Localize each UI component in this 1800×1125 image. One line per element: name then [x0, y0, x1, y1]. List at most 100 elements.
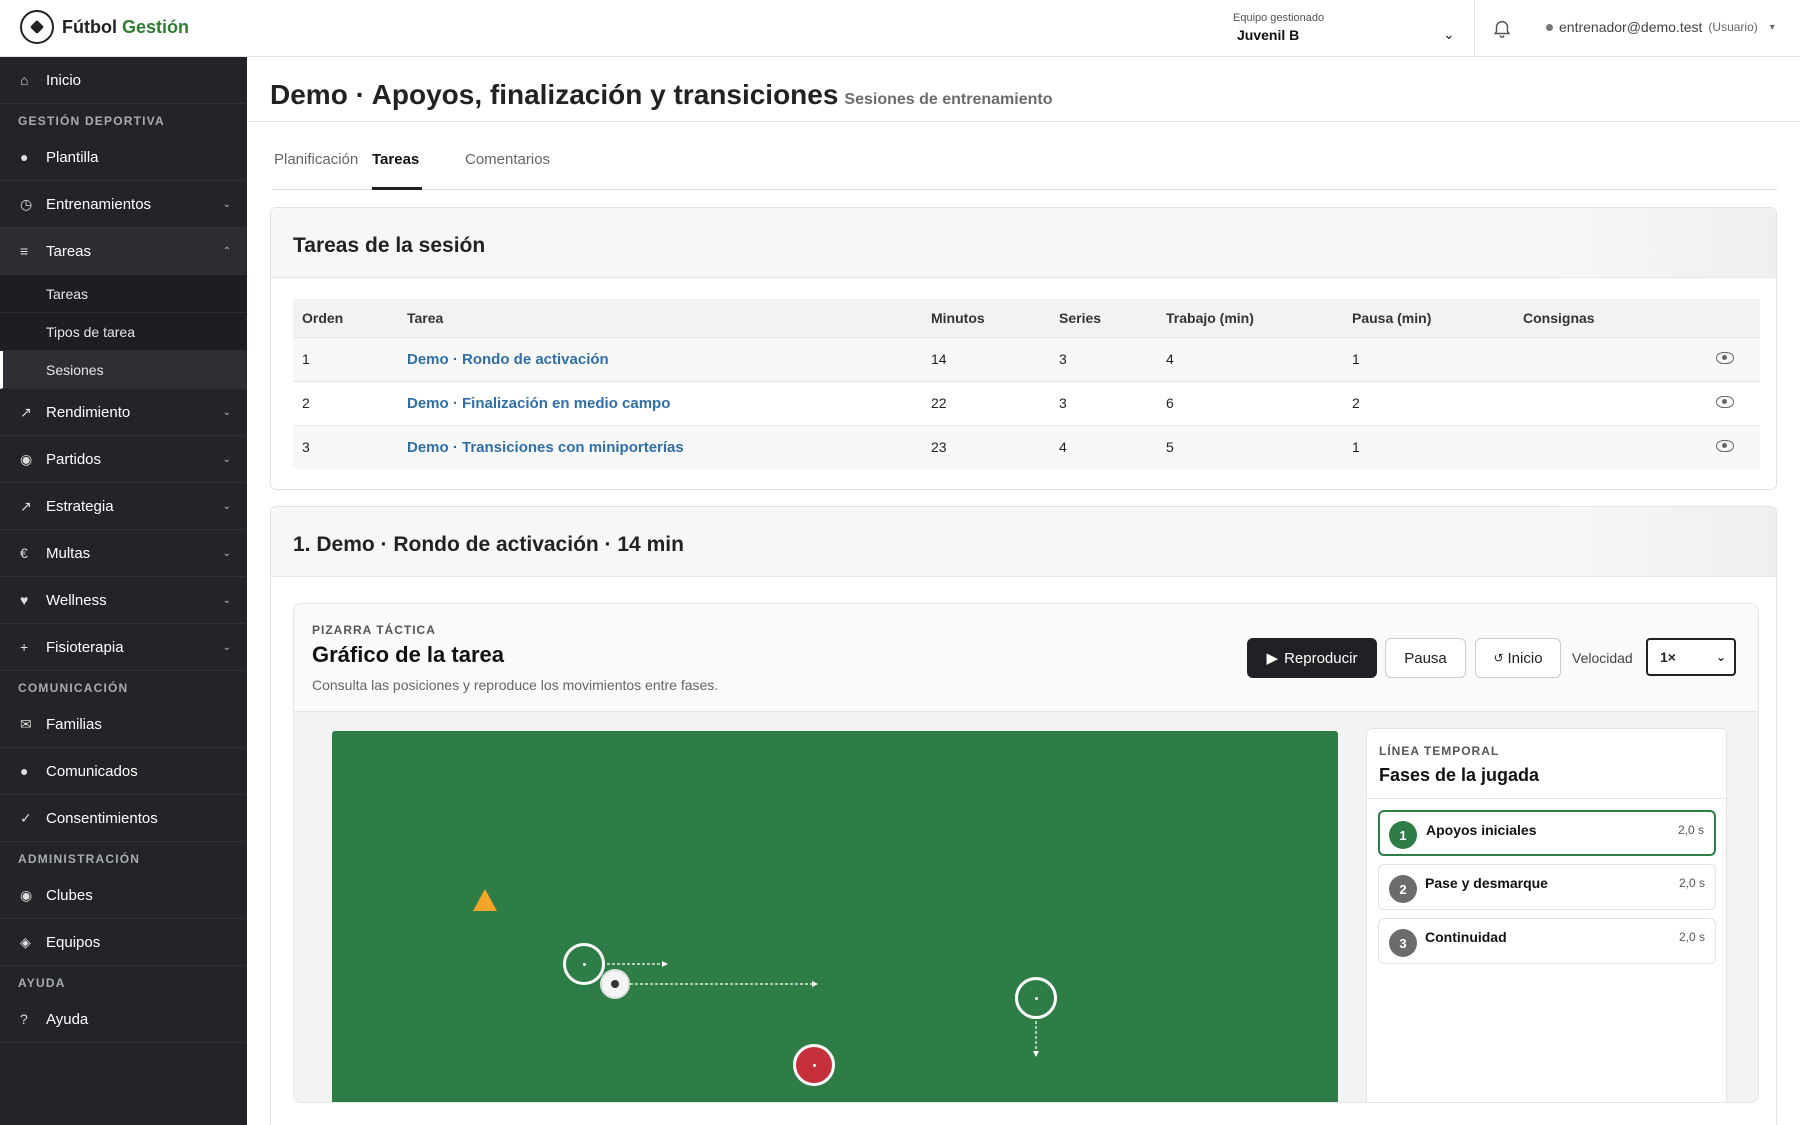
- sidebar-subitem-tareas[interactable]: Tareas: [0, 275, 247, 313]
- sidebar-item-familias[interactable]: ✉ Familias: [0, 701, 247, 748]
- sidebar-item-comunicados[interactable]: ● Comunicados: [0, 748, 247, 795]
- sidebar-item-clubes[interactable]: ◉ Clubes: [0, 872, 247, 919]
- sidebar-item-fisioterapia[interactable]: + Fisioterapia ⌄: [0, 624, 247, 671]
- tab-comentarios[interactable]: Comentarios: [465, 150, 550, 190]
- task-link[interactable]: Demo · Finalización en medio campo: [407, 395, 670, 412]
- pitch[interactable]: [332, 731, 1338, 1102]
- cell-orden: 1: [293, 336, 398, 381]
- arrow-head: [1033, 1051, 1039, 1057]
- trend-arrow-icon: ↗: [20, 403, 32, 420]
- soccer-ball-logo-icon: [20, 10, 54, 44]
- table-row: 1 Demo · Rondo de activación 14 3 4 1: [293, 336, 1760, 381]
- cell-actions: [1690, 380, 1760, 425]
- sidebar-item-rendimiento[interactable]: ↗ Rendimiento ⌄: [0, 389, 247, 436]
- sidebar-item-equipos[interactable]: ◈ Equipos: [0, 919, 247, 966]
- chevron-down-icon: ⌄: [1443, 26, 1455, 42]
- board-title: Gráfico de la tarea: [312, 642, 504, 667]
- task-detail-card: 1. Demo · Rondo de activación · 14 min P…: [270, 506, 1777, 1125]
- phase-duration: 2,0 s: [1677, 823, 1704, 837]
- phase-number: 1: [1389, 821, 1417, 849]
- brand-name: Fútbol Gestión: [62, 16, 189, 37]
- cell-actions: [1690, 336, 1760, 381]
- trend-arrow-icon: ↗: [20, 497, 32, 514]
- column-header: Orden: [293, 299, 398, 337]
- cell-tarea: Demo · Finalización en medio campo: [398, 380, 922, 425]
- page-subtitle: Sesiones de entrenamiento: [844, 91, 1053, 108]
- sidebar-heading-deportiva: GESTIÓN DEPORTIVA: [18, 114, 165, 128]
- sidebar-item-partidos[interactable]: ◉ Partidos ⌄: [0, 436, 247, 483]
- phase-item[interactable]: 2 Pase y desmarque 2,0 s: [1378, 864, 1716, 910]
- sidebar-item-tareas[interactable]: ≡ Tareas ⌃: [0, 228, 247, 275]
- sidebar-item-estrategia[interactable]: ↗ Estrategia ⌄: [0, 483, 247, 530]
- cell-minutos: 14: [922, 336, 1050, 381]
- sidebar-item-ayuda[interactable]: ? Ayuda: [0, 996, 247, 1043]
- sidebar-subitem-tipos-de-tarea[interactable]: Tipos de tarea: [0, 313, 247, 351]
- table-row: 2 Demo · Finalización en medio campo 22 …: [293, 380, 1760, 425]
- divider: [1474, 0, 1475, 57]
- sidebar-item-inicio[interactable]: ⌂ Inicio: [0, 57, 247, 104]
- cell-consignas: [1514, 336, 1690, 381]
- cone-icon[interactable]: [473, 889, 497, 911]
- cell-pausa: 2: [1343, 380, 1514, 425]
- phase-label: Continuidad: [1425, 929, 1507, 945]
- euro-icon: €: [20, 545, 28, 561]
- cell-actions: [1690, 424, 1760, 469]
- tasks-table: Orden Tarea Minutos Series Trabajo (min)…: [293, 299, 1760, 469]
- cell-trabajo: 6: [1157, 380, 1343, 425]
- phase-duration: 2,0 s: [1678, 930, 1705, 944]
- player-token[interactable]: [1015, 977, 1057, 1019]
- brand[interactable]: Fútbol Gestión: [20, 10, 189, 44]
- eye-icon[interactable]: [1716, 440, 1734, 453]
- eye-icon[interactable]: [1716, 396, 1734, 408]
- cell-orden: 2: [293, 380, 398, 425]
- bell-icon[interactable]: [1491, 17, 1513, 39]
- eye-icon[interactable]: [1716, 352, 1734, 364]
- cell-series: 4: [1050, 424, 1157, 469]
- play-button[interactable]: ▶ Reproducir: [1247, 638, 1377, 678]
- tactical-board: PIZARRA TÁCTICA Gráfico de la tarea Cons…: [293, 603, 1759, 1103]
- cell-pausa: 1: [1343, 336, 1514, 381]
- column-header: Pausa (min): [1343, 299, 1514, 337]
- sidebar-heading-ayuda: AYUDA: [18, 976, 66, 990]
- envelope-icon: ✉: [20, 715, 32, 732]
- rival-token[interactable]: [793, 1044, 835, 1086]
- column-header: Tarea: [398, 299, 922, 337]
- cell-orden: 3: [293, 424, 398, 469]
- tasks-card-title: Tareas de la sesión: [271, 208, 1776, 278]
- cell-consignas: [1514, 380, 1690, 425]
- task-link[interactable]: Demo · Transiciones con miniporterías: [407, 439, 684, 456]
- tab-tareas[interactable]: Tareas: [372, 150, 422, 190]
- phase-duration: 2,0 s: [1678, 876, 1705, 890]
- arrow-head: [812, 981, 818, 987]
- task-link[interactable]: Demo · Rondo de activación: [407, 351, 609, 368]
- board-description: Consulta las posiciones y reproduce los …: [312, 677, 719, 693]
- cell-consignas: [1514, 424, 1690, 469]
- chevron-down-icon: ⌄: [222, 198, 231, 210]
- tab-planificacion[interactable]: Planificación: [274, 150, 358, 190]
- speed-select[interactable]: 1× ⌄: [1646, 638, 1736, 676]
- phase-item[interactable]: 3 Continuidad 2,0 s: [1378, 918, 1716, 964]
- sidebar-item-consentimientos[interactable]: ✓ Consentimientos: [0, 795, 247, 842]
- table-row: 3 Demo · Transiciones con miniporterías …: [293, 424, 1760, 469]
- chevron-down-icon: ⌄: [1715, 650, 1726, 664]
- arrow-head: [662, 961, 668, 967]
- heart-icon: ♥: [20, 592, 29, 608]
- board-canvas-area: LÍNEA TEMPORAL Fases de la jugada 1 Apoy…: [294, 711, 1758, 1102]
- team-selector[interactable]: Equipo gestionado Juvenil B ⌄: [1232, 0, 1474, 57]
- sidebar-heading-admin: ADMINISTRACIÓN: [18, 852, 141, 866]
- sidebar-item-plantilla[interactable]: ● Plantilla: [0, 134, 247, 181]
- sidebar-item-multas[interactable]: € Multas ⌄: [0, 530, 247, 577]
- sidebar-item-entrenamientos[interactable]: ◷ Entrenamientos ⌄: [0, 181, 247, 228]
- sidebar-item-wellness[interactable]: ♥ Wellness ⌄: [0, 577, 247, 624]
- user-menu[interactable]: entrenador@demo.test (Usuario) ▾: [1546, 19, 1775, 35]
- ball-icon[interactable]: [600, 969, 630, 999]
- check-icon: ✓: [20, 809, 32, 826]
- page-title: Demo · Apoyos, finalización y transicion…: [270, 79, 1053, 110]
- pause-button[interactable]: Pausa: [1385, 638, 1466, 678]
- phase-item[interactable]: 1 Apoyos iniciales 2,0 s: [1378, 810, 1716, 856]
- sidebar-subitem-sesiones[interactable]: Sesiones: [0, 351, 247, 389]
- tasks-card: Tareas de la sesión Orden Tarea Minutos …: [270, 207, 1777, 490]
- restart-button[interactable]: ↺ Inicio: [1475, 638, 1561, 678]
- player-token[interactable]: [563, 943, 605, 985]
- chevron-up-icon: ⌃: [222, 245, 231, 257]
